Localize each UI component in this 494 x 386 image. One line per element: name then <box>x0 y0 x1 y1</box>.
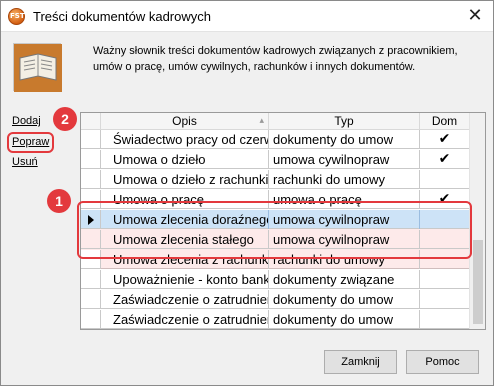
window-title: Treści dokumentów kadrowych <box>33 9 211 24</box>
row-indicator <box>81 150 101 169</box>
edit-link[interactable]: Popraw <box>12 136 49 148</box>
row-indicator <box>81 270 101 289</box>
annotation-box-rows <box>77 201 472 259</box>
add-link[interactable]: Dodaj <box>12 115 41 127</box>
book-icon <box>13 43 62 92</box>
app-icon-text: FST <box>10 12 25 20</box>
row-indicator <box>81 130 101 149</box>
grid-header: Opis ▴ Typ Dom <box>81 113 485 130</box>
cell-typ: umowa cywilnopraw <box>269 150 420 169</box>
cell-typ: dokumenty do umow <box>269 130 420 149</box>
column-header-dom[interactable]: Dom <box>420 113 470 130</box>
table-row[interactable]: Świadectwo pracy od czerw dokumenty do u… <box>81 130 470 149</box>
header-indicator-cell <box>81 113 101 130</box>
sort-asc-icon: ▴ <box>259 116 264 126</box>
column-header-typ[interactable]: Typ <box>269 113 420 130</box>
annotation-badge-1: 1 <box>47 189 71 213</box>
close-icon[interactable]: ✕ <box>463 4 487 28</box>
table-row[interactable]: Umowa o dzieło z rachunkie rachunki do u… <box>81 170 470 189</box>
check-cell <box>420 290 470 309</box>
table-row[interactable]: Zaświadczenie o zatrudnieni dokumenty do… <box>81 290 470 309</box>
close-button[interactable]: Zamknij <box>324 350 397 374</box>
dialog-window: FST Treści dokumentów kadrowych ✕ Ważny … <box>0 0 494 386</box>
column-label-opis: Opis <box>172 114 197 128</box>
table-row[interactable]: Zaświadczenie o zatrudnieni dokumenty do… <box>81 310 470 329</box>
cell-opis: Zaświadczenie o zatrudnieni <box>101 290 269 309</box>
header-panel: Ważny słownik treści dokumentów kadrowyc… <box>1 33 493 105</box>
cell-opis: Upoważnienie - konto banko <box>101 270 269 289</box>
row-indicator <box>81 170 101 189</box>
row-indicator <box>81 290 101 309</box>
scrollbar-thumb[interactable] <box>473 240 483 324</box>
cell-typ: dokumenty do umow <box>269 290 420 309</box>
check-cell <box>420 310 470 329</box>
cell-opis: Umowa o dzieło z rachunkie <box>101 170 269 189</box>
delete-link[interactable]: Usuń <box>12 156 38 168</box>
help-button[interactable]: Pomoc <box>406 350 479 374</box>
cell-opis: Świadectwo pracy od czerw <box>101 130 269 149</box>
table-row[interactable]: Umowa o dzieło umowa cywilnopraw ✔ <box>81 150 470 169</box>
cell-typ: dokumenty do umow <box>269 310 420 329</box>
check-cell <box>420 170 470 189</box>
table-row[interactable]: Upoważnienie - konto banko dokumenty zwi… <box>81 270 470 289</box>
check-cell <box>420 270 470 289</box>
column-header-opis[interactable]: Opis ▴ <box>101 113 269 130</box>
check-icon: ✔ <box>420 150 470 169</box>
title-bar: FST Treści dokumentów kadrowych ✕ <box>1 1 493 32</box>
row-indicator <box>81 310 101 329</box>
app-icon: FST <box>8 8 25 25</box>
cell-typ: dokumenty związane <box>269 270 420 289</box>
cell-opis: Umowa o dzieło <box>101 150 269 169</box>
cell-typ: rachunki do umowy <box>269 170 420 189</box>
footer-bar: Zamknij Pomoc <box>1 337 493 385</box>
check-icon: ✔ <box>420 130 470 149</box>
dictionary-description: Ważny słownik treści dokumentów kadrowyc… <box>93 45 458 73</box>
annotation-badge-2: 2 <box>53 107 77 131</box>
cell-opis: Zaświadczenie o zatrudnieni <box>101 310 269 329</box>
